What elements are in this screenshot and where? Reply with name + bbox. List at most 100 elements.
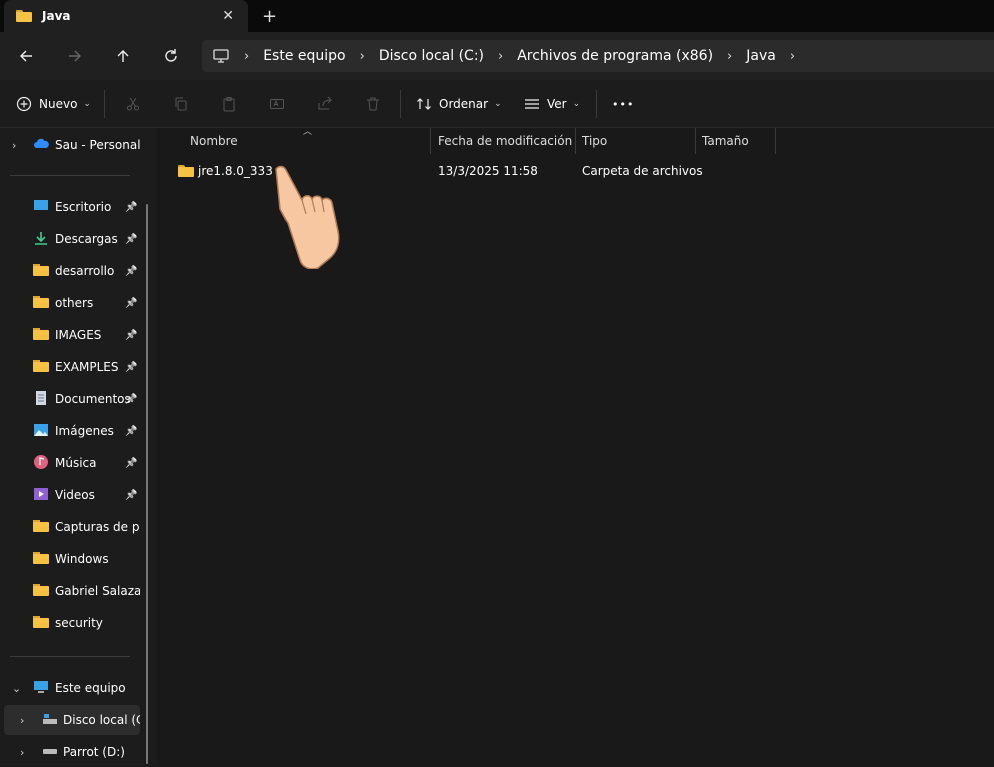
column-header-modified[interactable]: Fecha de modificación xyxy=(431,128,576,154)
view-button-label: Ver xyxy=(547,97,567,111)
folder-icon xyxy=(33,583,49,597)
sidebar-item-quick-access[interactable]: IMAGES 📌 xyxy=(0,320,146,350)
pin-icon[interactable]: 📌 xyxy=(125,266,137,277)
breadcrumb-separator[interactable]: › xyxy=(498,49,503,64)
folder-icon xyxy=(33,263,49,277)
chevron-right-icon[interactable]: › xyxy=(20,714,24,727)
forward-button[interactable] xyxy=(63,44,87,68)
cut-button[interactable] xyxy=(122,93,144,115)
breadcrumb-separator[interactable]: › xyxy=(790,49,795,64)
view-lines-icon xyxy=(525,99,539,109)
sidebar-item-quick-access[interactable]: Escritorio 📌 xyxy=(0,192,146,222)
sidebar-item-label: Capturas de pan xyxy=(55,520,140,534)
sidebar-item-quick-access[interactable]: Windows xyxy=(0,544,146,574)
breadcrumb-java[interactable]: Java xyxy=(746,48,776,64)
sidebar-item-label: Windows xyxy=(55,552,109,566)
sidebar-item-quick-access[interactable]: Gabriel Salazar_f xyxy=(0,576,146,606)
column-header-type[interactable]: Tipo xyxy=(576,128,696,154)
column-label: Nombre xyxy=(190,134,238,148)
monitor-icon xyxy=(34,681,48,693)
plus-circle-icon xyxy=(16,96,32,112)
pin-icon[interactable]: 📌 xyxy=(125,362,137,373)
breadcrumb-separator[interactable]: › xyxy=(727,49,732,64)
paste-button[interactable] xyxy=(218,93,240,115)
divider xyxy=(596,90,597,118)
sort-button[interactable]: Ordenar ⌄ xyxy=(416,92,502,116)
pin-icon[interactable]: 📌 xyxy=(125,330,137,341)
sidebar-scrollbar[interactable] xyxy=(146,204,148,764)
breadcrumb-separator[interactable]: › xyxy=(360,49,365,64)
new-tab-button[interactable]: + xyxy=(262,6,277,27)
sidebar-item-onedrive[interactable]: › Sau - Personal xyxy=(0,130,146,160)
sidebar-item-quick-access[interactable]: EXAMPLES 📌 xyxy=(0,352,146,382)
breadcrumb-este-equipo[interactable]: Este equipo xyxy=(263,48,345,64)
sidebar-item-quick-access[interactable]: Descargas 📌 xyxy=(0,224,146,254)
new-button-label: Nuevo xyxy=(39,97,78,111)
pin-icon[interactable]: 📌 xyxy=(125,426,137,437)
refresh-button[interactable] xyxy=(159,44,183,68)
sidebar-item-parrot[interactable]: › Parrot (D:) xyxy=(0,737,146,767)
sidebar-item-quick-access[interactable]: Música 📌 xyxy=(0,448,146,478)
delete-button[interactable] xyxy=(362,93,384,115)
folder-icon xyxy=(178,165,194,177)
share-button[interactable] xyxy=(314,93,336,115)
breadcrumb-disco-local[interactable]: Disco local (C:) xyxy=(379,48,484,64)
column-header-name[interactable]: Nombre ︿ xyxy=(159,127,431,154)
pictures-icon xyxy=(33,423,49,437)
divider xyxy=(10,175,130,176)
pin-icon[interactable]: 📌 xyxy=(125,298,137,309)
tab-java[interactable]: Java ✕ xyxy=(4,0,248,32)
folder-icon xyxy=(33,359,49,373)
column-header-size[interactable]: Tamaño xyxy=(696,128,776,154)
sort-ascending-icon: ︿ xyxy=(303,127,313,137)
sidebar-item-label: security xyxy=(55,616,103,630)
sidebar-item-quick-access[interactable]: Videos 📌 xyxy=(0,480,146,510)
pin-icon[interactable]: 📌 xyxy=(125,234,137,245)
folder-icon xyxy=(33,327,49,341)
folder-icon xyxy=(33,615,49,629)
more-options-button[interactable]: ••• xyxy=(612,92,634,116)
address-bar[interactable]: › Este equipo › Disco local (C:) › Archi… xyxy=(202,40,994,72)
chevron-down-icon: ⌄ xyxy=(83,99,91,109)
up-button[interactable] xyxy=(111,44,135,68)
pin-icon[interactable]: 📌 xyxy=(125,202,137,213)
title-bar: Java ✕ + xyxy=(0,0,994,32)
divider xyxy=(10,656,130,657)
sidebar-item-disco-local[interactable]: › Disco local (C:) xyxy=(4,705,140,735)
arrow-up-icon xyxy=(117,50,129,62)
breadcrumb-archivos-programa[interactable]: Archivos de programa (x86) xyxy=(517,48,713,64)
navigation-pane: › Sau - Personal Escritorio 📌 Descargas 📌 de… xyxy=(0,128,158,766)
new-button[interactable]: Nuevo ⌄ xyxy=(16,92,91,116)
file-modified: 13/3/2025 11:58 xyxy=(438,164,538,178)
sidebar-item-quick-access[interactable]: Imágenes 📌 xyxy=(0,416,146,446)
chevron-down-icon: ⌄ xyxy=(572,99,581,109)
music-icon xyxy=(33,455,49,469)
drive-icon xyxy=(43,749,57,754)
file-name[interactable]: jre1.8.0_333 xyxy=(198,164,273,178)
sidebar-item-quick-access[interactable]: Capturas de pan xyxy=(0,512,146,542)
desktop-icon xyxy=(33,199,49,213)
column-label: Fecha de modificación xyxy=(438,134,573,148)
pin-icon[interactable]: 📌 xyxy=(125,490,137,501)
pin-icon[interactable]: 📌 xyxy=(125,458,137,469)
view-button[interactable]: Ver ⌄ xyxy=(524,92,580,116)
sidebar-item-quick-access[interactable]: others 📌 xyxy=(0,288,146,318)
column-label: Tamaño xyxy=(702,134,749,148)
sidebar-item-quick-access[interactable]: security xyxy=(0,608,146,638)
sidebar-item-este-equipo[interactable]: ⌄ Este equipo xyxy=(0,673,146,703)
pin-icon[interactable]: 📌 xyxy=(125,394,137,405)
sidebar-item-quick-access[interactable]: Documentos 📌 xyxy=(0,384,146,414)
copy-button[interactable] xyxy=(170,93,192,115)
breadcrumb-separator[interactable]: › xyxy=(244,49,249,64)
document-icon xyxy=(33,391,49,405)
close-tab-icon[interactable]: ✕ xyxy=(222,8,234,24)
back-button[interactable] xyxy=(14,44,38,68)
sidebar-item-quick-access[interactable]: desarrollo 📌 xyxy=(0,256,146,286)
chevron-right-icon[interactable]: › xyxy=(12,139,16,152)
tab-title: Java xyxy=(42,9,71,23)
chevron-down-icon[interactable]: ⌄ xyxy=(12,682,21,695)
chevron-right-icon[interactable]: › xyxy=(20,746,24,759)
rename-button[interactable] xyxy=(266,93,288,115)
sidebar-item-label: Parrot (D:) xyxy=(63,745,125,759)
scissors-icon xyxy=(127,97,139,111)
